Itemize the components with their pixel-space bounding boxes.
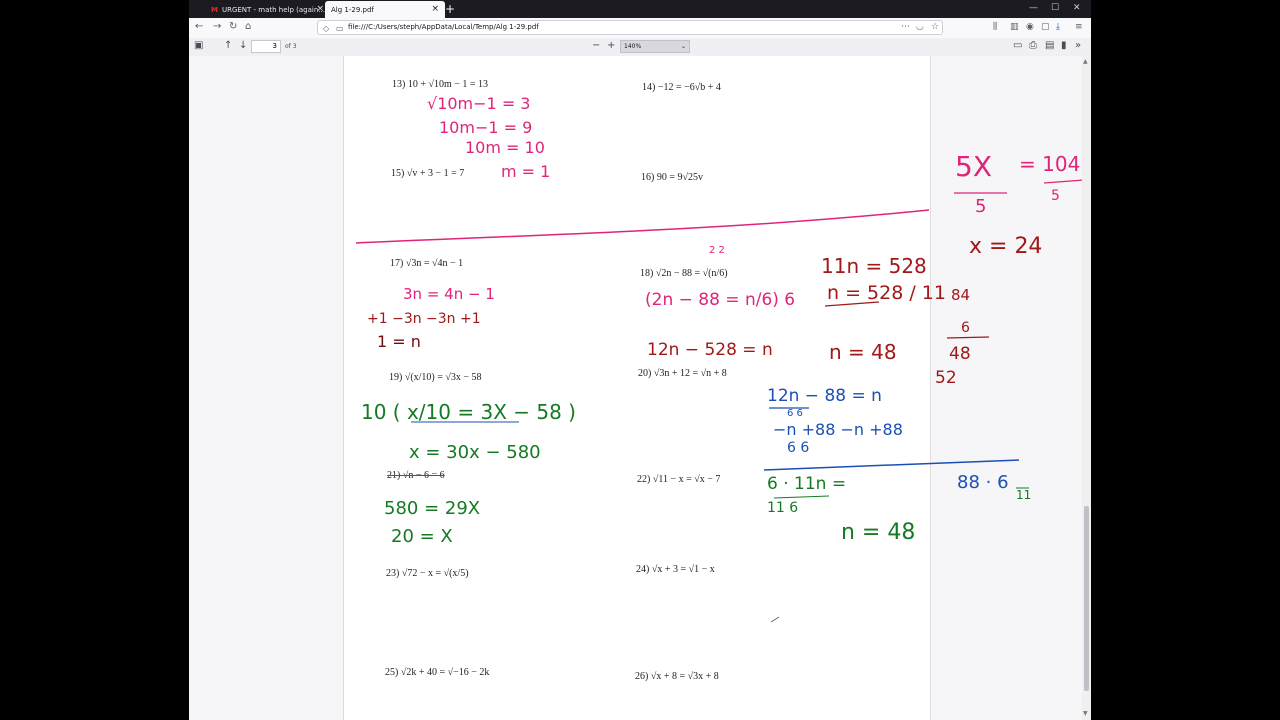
hw-18-exp: 2 2 [709, 245, 725, 256]
hw-18a: (2n − 88 = n/6) 6 [645, 290, 796, 310]
hw-17a: 3n = 4n − 1 [403, 285, 495, 303]
scroll-up-icon[interactable]: ▲ [1083, 58, 1088, 65]
hw-19c: 580 = 29X [384, 498, 481, 519]
hw-6-11n-b: 11 6 [767, 500, 799, 516]
fraction-bar [946, 336, 990, 339]
hw-17c: 1 = n [377, 332, 421, 351]
hw-52: 52 [935, 368, 957, 388]
hw-11n: 11n = 528 [821, 254, 927, 278]
hw-13a: √10m−1 = 3 [427, 94, 531, 113]
hw-84: 84 [951, 286, 971, 304]
hw-48b: 48 [949, 344, 971, 364]
hw-88-6: 88 · 6 [957, 472, 1009, 493]
hw-6-11n: 6 · 11n = [767, 474, 847, 494]
hw-13c: 10m = 10 [465, 138, 545, 157]
scrollbar-thumb[interactable] [1084, 506, 1089, 691]
hw-5x: 5X [955, 150, 992, 183]
hw-12n-b: −n +88 −n +88 [773, 420, 903, 439]
hw-12n-denom: 6 6 [787, 408, 803, 419]
scroll-down-icon[interactable]: ▼ [1083, 710, 1088, 717]
hw-11n-b: n = 528 / 11 [827, 282, 946, 304]
hw-12n: 12n − 88 = n [767, 386, 882, 406]
fraction-bar [773, 495, 830, 499]
hw-x24: x = 24 [969, 234, 1043, 259]
hw-13b: 10m−1 = 9 [439, 118, 533, 137]
fraction-bar [1043, 179, 1085, 184]
scrollbar[interactable]: ▲ ▼ [1082, 56, 1091, 720]
hw-18b: 12n − 528 = n [647, 340, 773, 360]
hw-19d: 20 = X [391, 526, 453, 547]
pen-cursor [770, 616, 780, 623]
hw-19b: x = 30x − 580 [409, 442, 541, 463]
hw-6: 6 [961, 320, 970, 336]
pink-divider-line [355, 209, 930, 244]
hw-12n-c: 6 6 [787, 440, 810, 456]
blue-divider-line [763, 459, 1020, 471]
hw-15: m = 1 [501, 162, 551, 181]
browser-window: M URGENT - math help (again... × Alg 1-2… [189, 0, 1091, 720]
hw-48-green: n = 48 [841, 520, 916, 545]
hw-19a: 10 ( x/10 = 3X − 58 ) [361, 400, 576, 424]
hw-104: = 104 [1019, 152, 1081, 176]
hw-17b: +1 −3n −3n +1 [367, 311, 481, 327]
hw-5: 5 [975, 196, 987, 217]
hw-104-denom: 5 [1051, 188, 1060, 204]
hw-88-6-b: 11 [1016, 488, 1032, 502]
hw-48: n = 48 [829, 340, 897, 364]
